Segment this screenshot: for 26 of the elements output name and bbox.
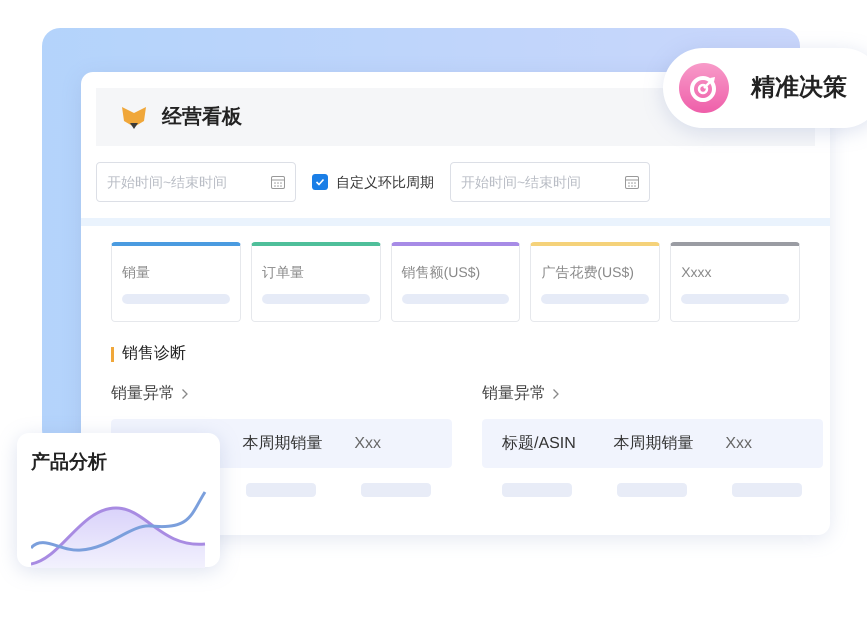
chevron-right-icon [552, 388, 560, 400]
date-range-field[interactable]: 开始时间~结束时间 [96, 162, 296, 202]
metric-label: 广告花费(US$) [541, 263, 635, 282]
checkbox-label: 自定义环比周期 [336, 172, 434, 192]
badge-label: 精准决策 [751, 73, 847, 103]
dashboard-title: 经营看板 [162, 105, 242, 130]
column-header: Xxx [725, 434, 753, 454]
section-title: 销售诊断 [122, 344, 186, 364]
checkmark-icon [315, 177, 325, 187]
target-icon [679, 63, 729, 113]
checkbox[interactable] [312, 174, 328, 190]
metric-label: Xxxx [681, 263, 713, 282]
metric-label: 销量 [122, 263, 151, 282]
date-range-field[interactable]: 开始时间~结束时间 [450, 162, 650, 202]
chevron-right-icon [181, 388, 189, 400]
panel-link[interactable]: 销量异常 [111, 382, 452, 406]
calendar-icon [624, 174, 640, 190]
column-header: Xxx [354, 434, 382, 454]
calendar-icon [270, 174, 286, 190]
column-header: 本周期销量 [242, 434, 324, 454]
panel-link[interactable]: 销量异常 [482, 382, 823, 406]
column-header: 本周期销量 [614, 434, 695, 454]
metric-label: 销售额(US$) [402, 263, 482, 282]
column-header: 标题/ASIN [502, 434, 577, 454]
metric-label: 订单量 [262, 263, 305, 282]
card-title: 产品分析 [31, 450, 108, 475]
